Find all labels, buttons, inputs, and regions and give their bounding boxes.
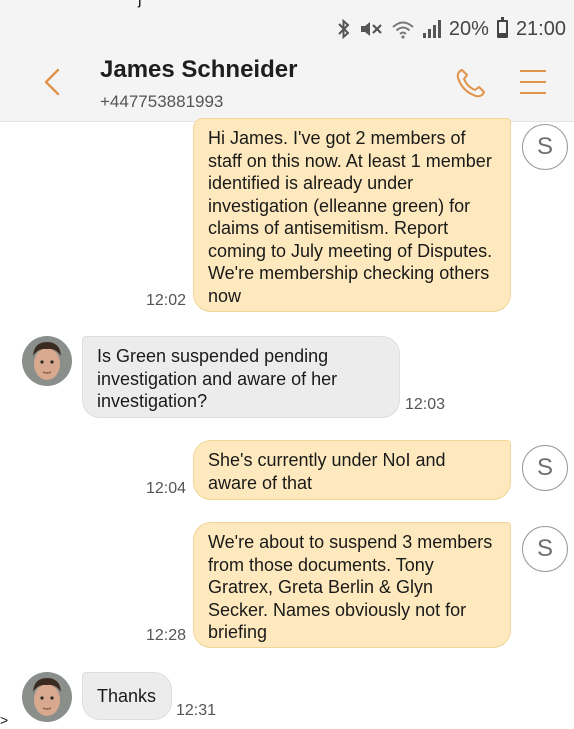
incoming-message-bubble[interactable]: Thanks bbox=[82, 672, 172, 720]
conversation-header: James Schneider +447753881993 bbox=[0, 48, 574, 122]
status-clock: 21:00 bbox=[515, 17, 566, 40]
message-time: 12:03 bbox=[405, 396, 446, 413]
outgoing-message-bubble[interactable]: Hi James. I've got 2 members of staff on… bbox=[193, 118, 511, 312]
battery-fill bbox=[498, 33, 506, 36]
message-time: 12:31 bbox=[176, 702, 217, 719]
contact-avatar[interactable] bbox=[22, 672, 72, 722]
back-arrow-icon[interactable] bbox=[36, 64, 72, 100]
message-time: 12:04 bbox=[146, 480, 187, 497]
contact-number: +447753881993 bbox=[100, 92, 224, 111]
contact-name: James Schneider bbox=[100, 56, 298, 83]
sim-label: S bbox=[536, 535, 553, 562]
sim-card-icon: S bbox=[522, 445, 568, 491]
outgoing-message-bubble[interactable]: We're about to suspend 3 members from th… bbox=[193, 522, 511, 648]
menu-icon[interactable] bbox=[520, 70, 546, 96]
outgoing-message-bubble[interactable]: She's currently under NoI and aware of t… bbox=[193, 440, 511, 500]
message-text: Hi James. I've got 2 members of staff on… bbox=[208, 128, 493, 306]
message-text: She's currently under NoI and aware of t… bbox=[208, 450, 446, 493]
bluetooth-icon bbox=[338, 19, 350, 39]
sim-card-icon: S bbox=[522, 526, 568, 572]
wifi-icon bbox=[392, 21, 414, 39]
top-text-fragment: j bbox=[138, 0, 142, 9]
message-time: 12:28 bbox=[146, 627, 187, 644]
message-text: Thanks bbox=[97, 686, 157, 706]
phone-icon[interactable] bbox=[454, 66, 488, 100]
battery-icon bbox=[496, 17, 508, 38]
top-cropped-strip: j bbox=[0, 0, 574, 10]
sim-card-icon: S bbox=[522, 124, 568, 170]
battery-percent: 20% bbox=[448, 17, 489, 40]
sim-label: S bbox=[536, 454, 553, 481]
signal-icon bbox=[422, 20, 441, 38]
bottom-text-fragment: > bbox=[0, 712, 9, 728]
status-bar: 20% 21:00 bbox=[0, 10, 574, 48]
sim-label: S bbox=[536, 133, 553, 160]
message-time: 12:02 bbox=[146, 292, 187, 309]
message-text: We're about to suspend 3 members from th… bbox=[208, 532, 493, 642]
message-text: Is Green suspended pending investigation… bbox=[97, 346, 338, 411]
messaging-screen: j 20% 21:00 bbox=[0, 0, 574, 729]
contact-avatar[interactable] bbox=[22, 336, 72, 386]
avatar-photo bbox=[22, 672, 72, 722]
avatar-photo bbox=[22, 336, 72, 386]
mute-icon bbox=[360, 22, 382, 36]
incoming-message-bubble[interactable]: Is Green suspended pending investigation… bbox=[82, 336, 400, 418]
